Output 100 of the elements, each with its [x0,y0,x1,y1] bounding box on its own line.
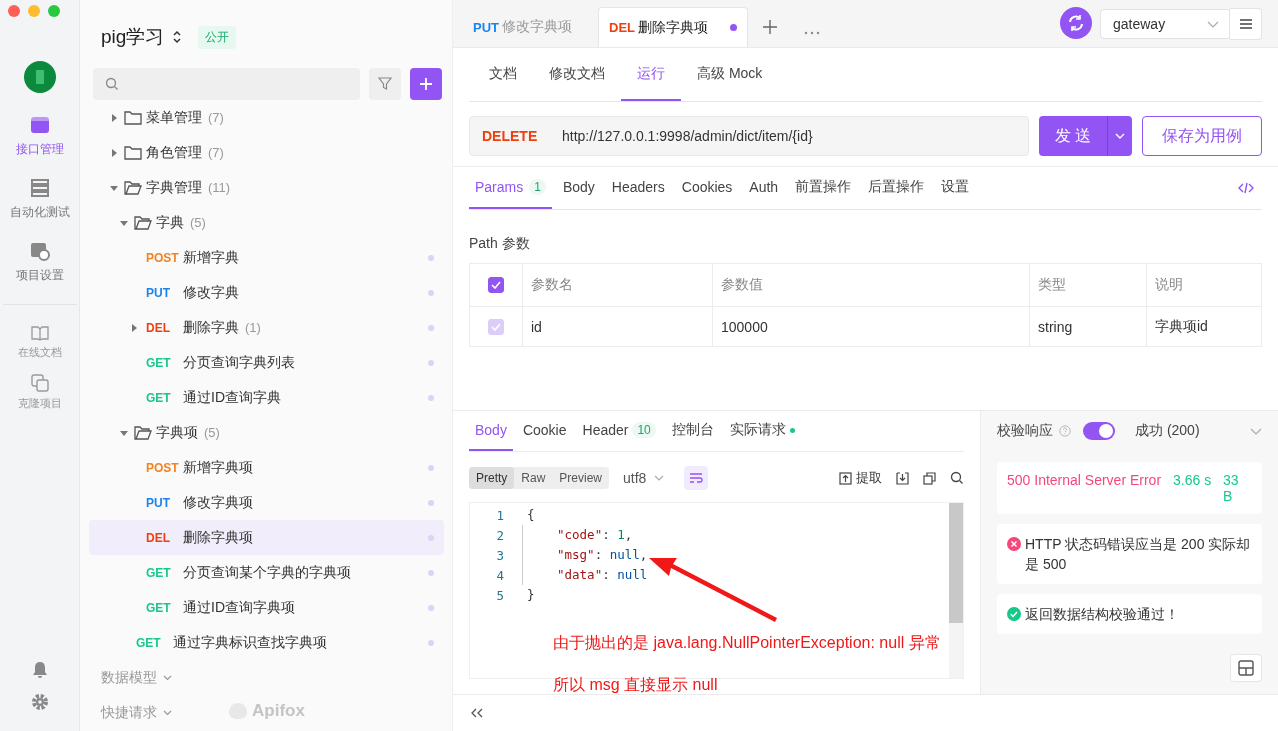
encoding-select[interactable]: utf8 [623,470,665,486]
nav-item[interactable]: 项目设置 [15,241,64,284]
method-label: DELETE [481,128,539,144]
url-field[interactable]: DELETE http://127.0.0.1:9998/admin/dict/item/{id} [469,116,1029,156]
format-tab[interactable]: Pretty [469,467,515,489]
view-tab[interactable]: 高级 Mock [681,48,779,101]
response-tab[interactable]: 实际请求 [723,411,801,451]
save-button[interactable]: 保存为用例 [1142,116,1262,156]
param-tab[interactable]: Cookies [675,167,739,209]
param-tab[interactable]: 前置操作 [789,167,858,209]
tree-item[interactable]: 角色管理 (7) [80,135,444,170]
item-count: (11) [208,180,231,195]
endpoint-name: 通过字典标识查找字典项 [173,633,327,652]
menu-button[interactable] [1230,8,1262,40]
search-field[interactable] [93,68,360,100]
filter-button[interactable] [369,68,401,100]
response-tab[interactable]: 控制台 [665,411,720,451]
caret-icon[interactable] [110,148,118,157]
caret-icon[interactable] [120,218,128,227]
close-button[interactable] [8,5,20,17]
tree-item[interactable]: GET 通过ID查询字典项 [80,590,444,625]
bell-icon[interactable] [30,661,49,679]
copy-icon [30,374,49,392]
add-button[interactable] [410,68,442,100]
folder-name: 角色管理 [146,143,202,162]
param-tab[interactable]: Params 1 [469,167,552,209]
folder-name: 菜单管理 [146,108,202,127]
endpoint-name: 通过ID查询字典项 [183,598,295,617]
checkbox[interactable] [488,277,504,293]
download-icon[interactable] [896,471,909,485]
response-tab[interactable]: Cookie [516,411,573,451]
param-tab[interactable]: Auth [743,167,785,209]
dropdown-button[interactable] [1107,116,1132,156]
tree-item[interactable]: PUT 修改字典 [80,275,444,310]
tree-item[interactable]: DEL 删除字典 (1) [80,310,444,345]
status-dot [428,499,434,506]
tree-item[interactable]: POST 新增字典 [80,240,444,275]
toggle-switch[interactable] [1083,422,1115,441]
layout-button[interactable] [1230,653,1262,682]
project-name[interactable]: pig学习 [101,24,165,50]
column-header: 参数值 [712,264,1029,306]
tree-item[interactable]: PUT 修改字典项 [80,485,444,520]
endpoint-name: 新增字典项 [183,458,253,477]
param-tab[interactable]: Headers [605,167,671,209]
nav-item[interactable]: 自动化测试 [9,178,70,221]
column-header: 参数名 [522,264,712,306]
caret-icon[interactable] [110,183,118,192]
request-tab[interactable]: DEL 删除字典项 [598,7,748,47]
tree-item[interactable]: 字典 (5) [80,205,444,240]
wrap-button[interactable] [684,466,709,490]
status-dot [428,464,434,471]
double-chevron-icon[interactable] [471,708,483,718]
plus-icon[interactable] [762,19,778,35]
status-dot [428,534,434,541]
caret-icon[interactable] [130,323,138,332]
more-icon[interactable] [804,31,820,35]
search-icon[interactable] [950,471,964,485]
method-label: DEL [146,320,171,335]
param-tab[interactable]: Body [556,167,601,209]
table-cell: id [522,307,712,346]
copy-icon[interactable] [923,471,936,485]
view-tab[interactable]: 文档 [473,48,533,101]
caret-icon[interactable] [120,428,128,437]
scrollbar[interactable] [949,503,963,678]
endpoint-name: 分页查询字典列表 [183,353,295,372]
response-result[interactable]: 成功 (200) [1135,422,1200,441]
tree-item[interactable]: GET 分页查询某个字典的字典项 [80,555,444,590]
code-line: "code": 1, [522,525,633,545]
validation-message: 返回数据结构校验通过！ [1025,604,1179,624]
tree-item[interactable]: POST 新增字典项 [80,450,444,485]
code-icon[interactable] [1238,182,1254,194]
chevron-updown-icon[interactable] [172,29,183,45]
view-tab[interactable]: 运行 [621,48,681,101]
tree-item[interactable]: GET 分页查询字典列表 [80,345,444,380]
method-label: POST [146,460,180,475]
sync-icon[interactable] [1060,7,1092,39]
tree-item[interactable]: GET 通过字典标识查找字典项 [80,625,444,660]
method-label: PUT [146,285,171,300]
caret-icon[interactable] [110,113,118,122]
format-tab[interactable]: Raw [514,467,553,489]
settings-icon[interactable] [30,693,49,711]
response-tab[interactable]: Header 10 [576,411,662,451]
chevron-icon[interactable] [1250,427,1262,435]
tree-item[interactable]: DEL 删除字典项 [89,520,444,555]
view-tab[interactable]: 修改文档 [533,48,621,101]
nav-item[interactable]: 接口管理 [15,115,64,158]
send-button[interactable]: 发 送 [1039,116,1107,156]
environment-select[interactable]: gateway [1100,9,1230,39]
param-tab[interactable]: 后置操作 [862,167,931,209]
tree-item[interactable]: 字典项 (5) [80,415,444,450]
table-cell: string [1029,307,1146,346]
param-tab[interactable]: 设置 [935,167,976,209]
avatar-icon[interactable] [23,61,56,93]
visibility-badge: 公开 [198,25,237,49]
response-tab[interactable]: Body [469,411,513,451]
extract-button[interactable]: 提取 [839,469,882,487]
format-tab[interactable]: Preview [552,467,610,489]
tree-item[interactable]: GET 通过ID查询字典 [80,380,444,415]
tree-item[interactable]: 字典管理 (11) [80,170,444,205]
tree-item[interactable]: 菜单管理 (7) [80,100,444,135]
